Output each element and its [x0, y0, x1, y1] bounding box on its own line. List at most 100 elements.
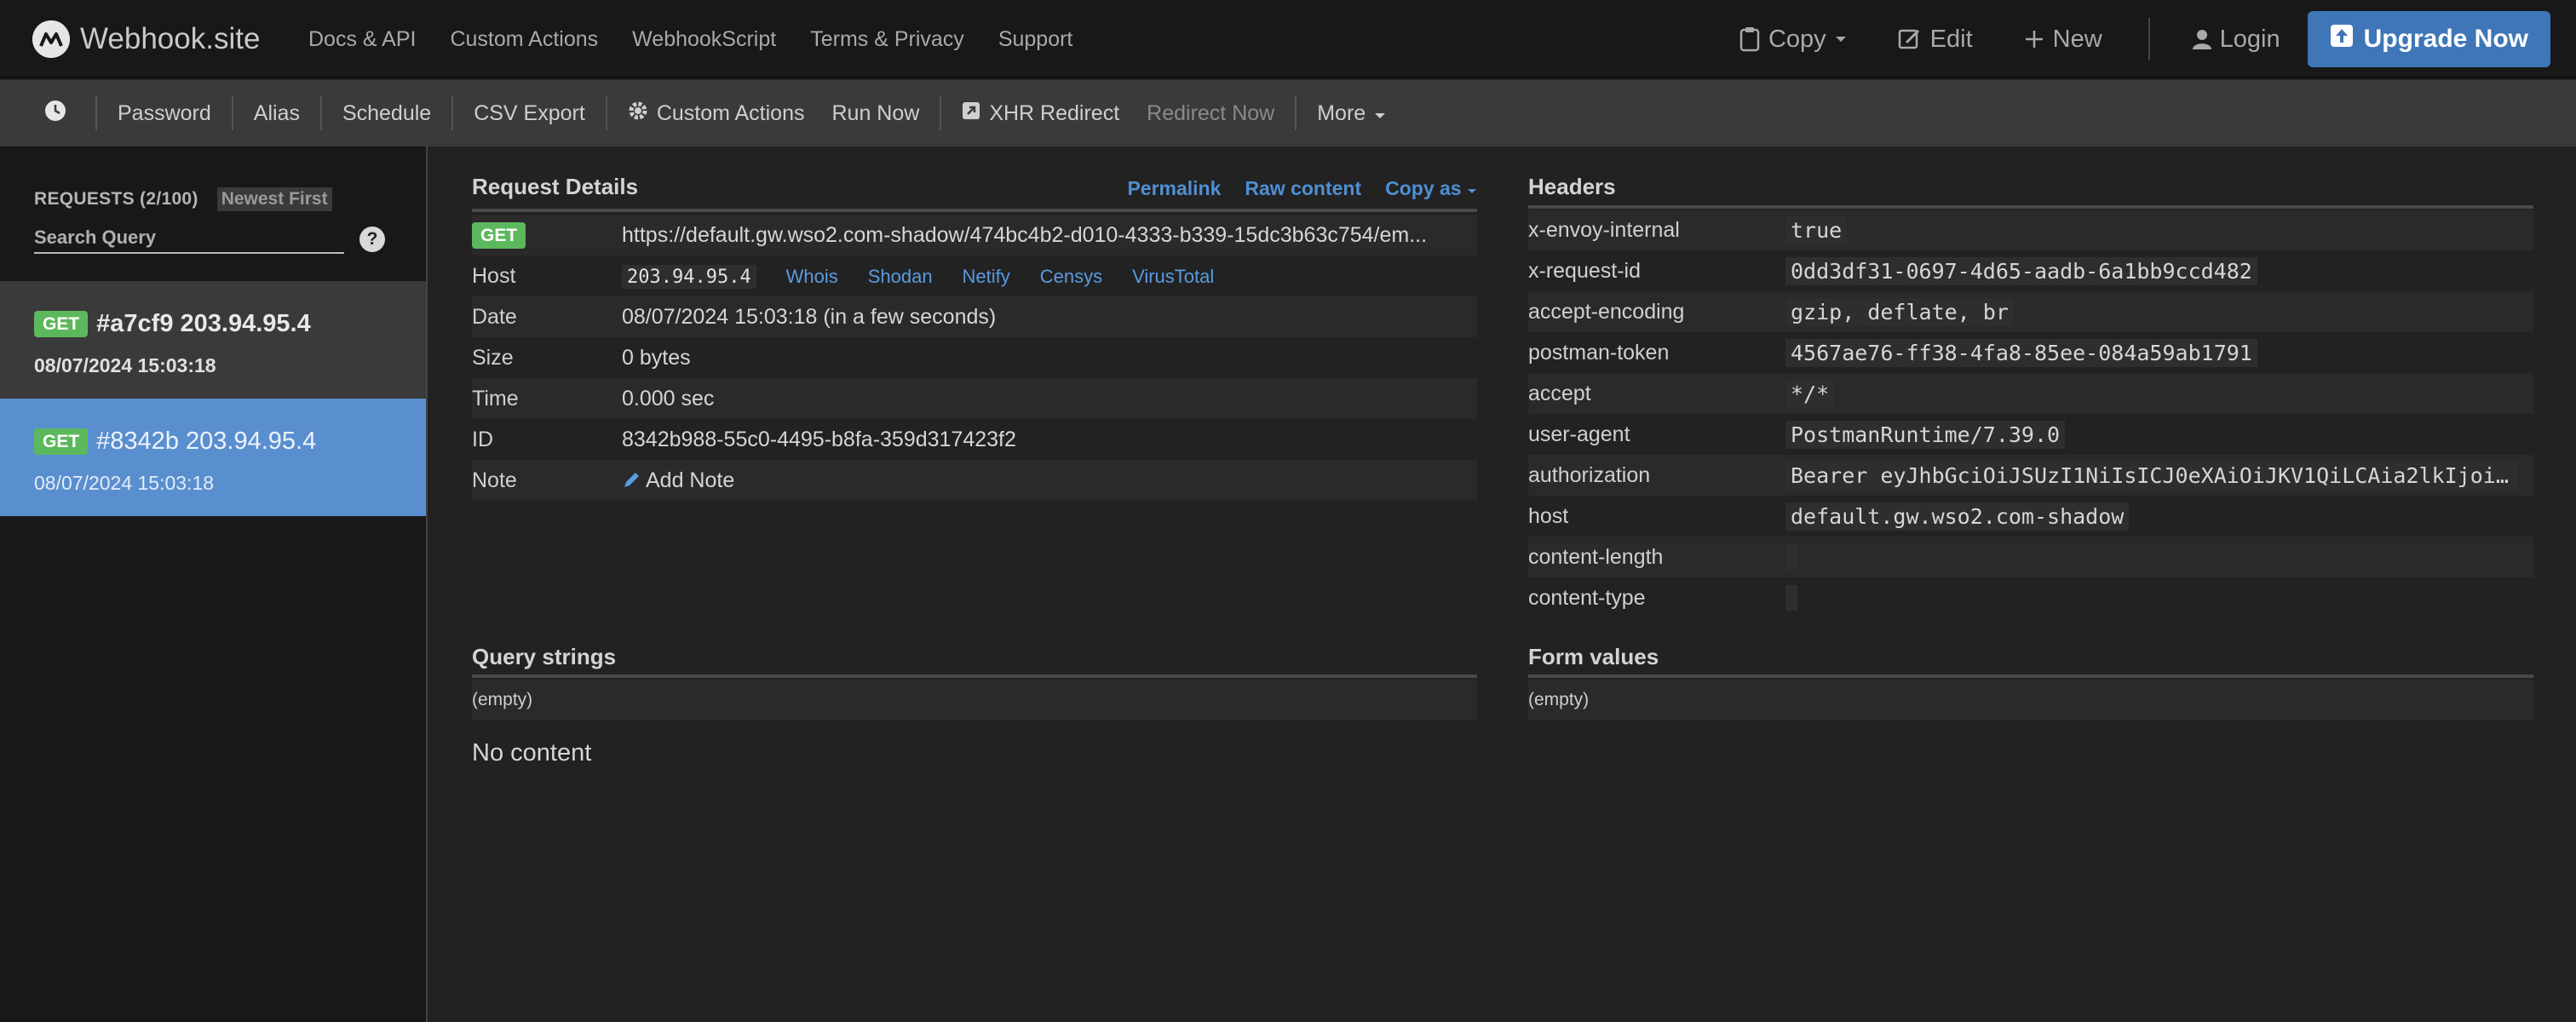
caret-down-icon: [1374, 101, 1386, 126]
upgrade-label: Upgrade Now: [2363, 25, 2528, 53]
date-label: Date: [472, 304, 517, 329]
headers-title: Headers: [1528, 174, 1616, 199]
edit-label: Edit: [1929, 25, 1973, 53]
note-label: Note: [472, 468, 517, 492]
header-key: content-type: [1528, 585, 1646, 610]
requests-sidebar: REQUESTS (2/100) Newest First ? GET #a7c…: [0, 146, 428, 1022]
custom-actions-label: Custom Actions: [656, 100, 805, 125]
censys-link[interactable]: Censys: [1040, 266, 1102, 287]
header-value: 0dd3df31-0697-4d65-aadb-6a1bb9ccd482: [1785, 256, 2257, 285]
form-values-empty: (empty): [1528, 680, 2533, 721]
section-rule: [472, 209, 1477, 212]
new-button[interactable]: New: [2024, 26, 2102, 54]
header-value: */*: [1785, 379, 1835, 408]
header-key: accept-encoding: [1528, 299, 1685, 324]
host-row: Host 203.94.95.4 Whois Shodan Netify Cen…: [472, 256, 1477, 296]
copy-button[interactable]: Copy: [1739, 26, 1847, 54]
run-now-button[interactable]: Run Now: [825, 101, 940, 126]
new-label: New: [2052, 25, 2102, 53]
note-row: Note Add Note: [472, 460, 1477, 501]
date-value: 08/07/2024 15:03:18 (in a few seconds): [622, 304, 997, 329]
virustotal-link[interactable]: VirusTotal: [1132, 266, 1214, 287]
redirect-now-button[interactable]: Redirect Now: [1140, 101, 1295, 126]
request-date: 08/07/2024 15:03:18: [34, 354, 216, 376]
gear-icon: [628, 100, 648, 127]
section-rule: [1528, 205, 2533, 209]
password-button[interactable]: Password: [97, 101, 232, 126]
host-ip: 203.94.95.4: [622, 264, 756, 289]
copy-as-label: Copy as: [1385, 177, 1462, 199]
divider: [2148, 18, 2150, 60]
sort-toggle[interactable]: Newest First: [216, 187, 332, 211]
header-value: Bearer eyJhbGciOiJSUzI1NiIsICJ0eXAiOiJKV…: [1785, 461, 2518, 490]
id-label: ID: [472, 427, 493, 451]
pencil-icon: [624, 472, 639, 487]
upgrade-now-button[interactable]: Upgrade Now: [2307, 11, 2550, 67]
edit-icon: [1898, 27, 1922, 51]
header-key: content-length: [1528, 544, 1664, 569]
header-row: content-type: [1528, 577, 2533, 618]
external-link-icon: [962, 101, 980, 126]
header-key: postman-token: [1528, 340, 1670, 365]
id-row: ID 8342b988-55c0-4495-b8fa-359d317423f2: [472, 419, 1477, 460]
login-button[interactable]: Login: [2192, 25, 2280, 54]
header-key: accept: [1528, 381, 1591, 405]
alias-button[interactable]: Alias: [233, 101, 320, 126]
request-list-item-selected[interactable]: GET #8342b 203.94.95.4 08/07/2024 15:03:…: [0, 399, 426, 516]
add-note-button[interactable]: Add Note: [622, 468, 734, 493]
xhr-redirect-button[interactable]: XHR Redirect: [941, 101, 1140, 126]
top-nav: Docs & API Custom Actions WebhookScript …: [308, 0, 1107, 78]
clipboard-icon: [1739, 26, 1760, 52]
add-note-label: Add Note: [646, 468, 735, 492]
header-value: gzip, deflate, br: [1785, 297, 2014, 326]
brand[interactable]: Webhook.site: [32, 0, 260, 78]
header-key: user-agent: [1528, 422, 1630, 446]
netify-link[interactable]: Netify: [963, 266, 1010, 287]
nav-custom-actions[interactable]: Custom Actions: [450, 27, 598, 52]
request-list-item[interactable]: GET #a7cf9 203.94.95.4 08/07/2024 15:03:…: [0, 281, 426, 399]
raw-content-link[interactable]: Raw content: [1245, 177, 1361, 200]
more-menu-button[interactable]: More: [1297, 101, 1406, 126]
nav-webhookscript[interactable]: WebhookScript: [632, 27, 776, 52]
size-label: Size: [472, 345, 514, 370]
nav-support[interactable]: Support: [998, 27, 1073, 52]
section-rule: [472, 675, 1477, 678]
header-row: x-request-id 0dd3df31-0697-4d65-aadb-6a1…: [1528, 250, 2533, 291]
plus-icon: [2024, 29, 2044, 49]
whois-link[interactable]: Whois: [786, 266, 838, 287]
csv-export-button[interactable]: CSV Export: [453, 101, 606, 126]
shodan-link[interactable]: Shodan: [868, 266, 933, 287]
edit-button[interactable]: Edit: [1898, 26, 1973, 54]
caret-down-icon: [1468, 189, 1476, 193]
header-row: postman-token 4567ae76-ff38-4fa8-85ee-08…: [1528, 332, 2533, 373]
header-row: user-agent PostmanRuntime/7.39.0: [1528, 414, 2533, 455]
header-value: [1785, 585, 1797, 611]
host-value-group: 203.94.95.4 Whois Shodan Netify Censys V…: [622, 264, 1238, 289]
size-row: Size 0 bytes: [472, 337, 1477, 378]
nav-terms-privacy[interactable]: Terms & Privacy: [810, 27, 964, 52]
request-title: #8342b 203.94.95.4: [96, 428, 317, 455]
help-icon[interactable]: ?: [359, 227, 385, 252]
time-row: Time 0.000 sec: [472, 378, 1477, 419]
nav-docs-api[interactable]: Docs & API: [308, 27, 416, 52]
schedule-button[interactable]: Schedule: [322, 101, 451, 126]
size-value: 0 bytes: [622, 345, 691, 370]
time-value: 0.000 sec: [622, 386, 715, 411]
search-query-input[interactable]: [34, 223, 344, 254]
method-badge: GET: [34, 428, 89, 455]
request-details-links: Permalink Raw content Copy as: [1127, 177, 1477, 200]
header-key: host: [1528, 503, 1569, 528]
login-label: Login: [2219, 25, 2280, 53]
copy-as-dropdown[interactable]: Copy as: [1385, 177, 1477, 200]
history-button[interactable]: [0, 100, 95, 128]
query-strings-title: Query strings: [472, 644, 617, 669]
custom-actions-button[interactable]: Custom Actions: [607, 100, 825, 127]
permalink-link[interactable]: Permalink: [1127, 177, 1221, 200]
form-values-title: Form values: [1528, 644, 1659, 669]
top-right-actions: Copy Edit New Login Upgrade Now: [1739, 0, 2576, 78]
request-url-link[interactable]: https://default.gw.wso2.com-shadow/474bc…: [622, 223, 1427, 248]
request-date: 08/07/2024 15:03:18: [34, 472, 215, 494]
brand-name: Webhook.site: [80, 22, 261, 55]
header-row: accept */*: [1528, 373, 2533, 414]
time-label: Time: [472, 386, 519, 411]
